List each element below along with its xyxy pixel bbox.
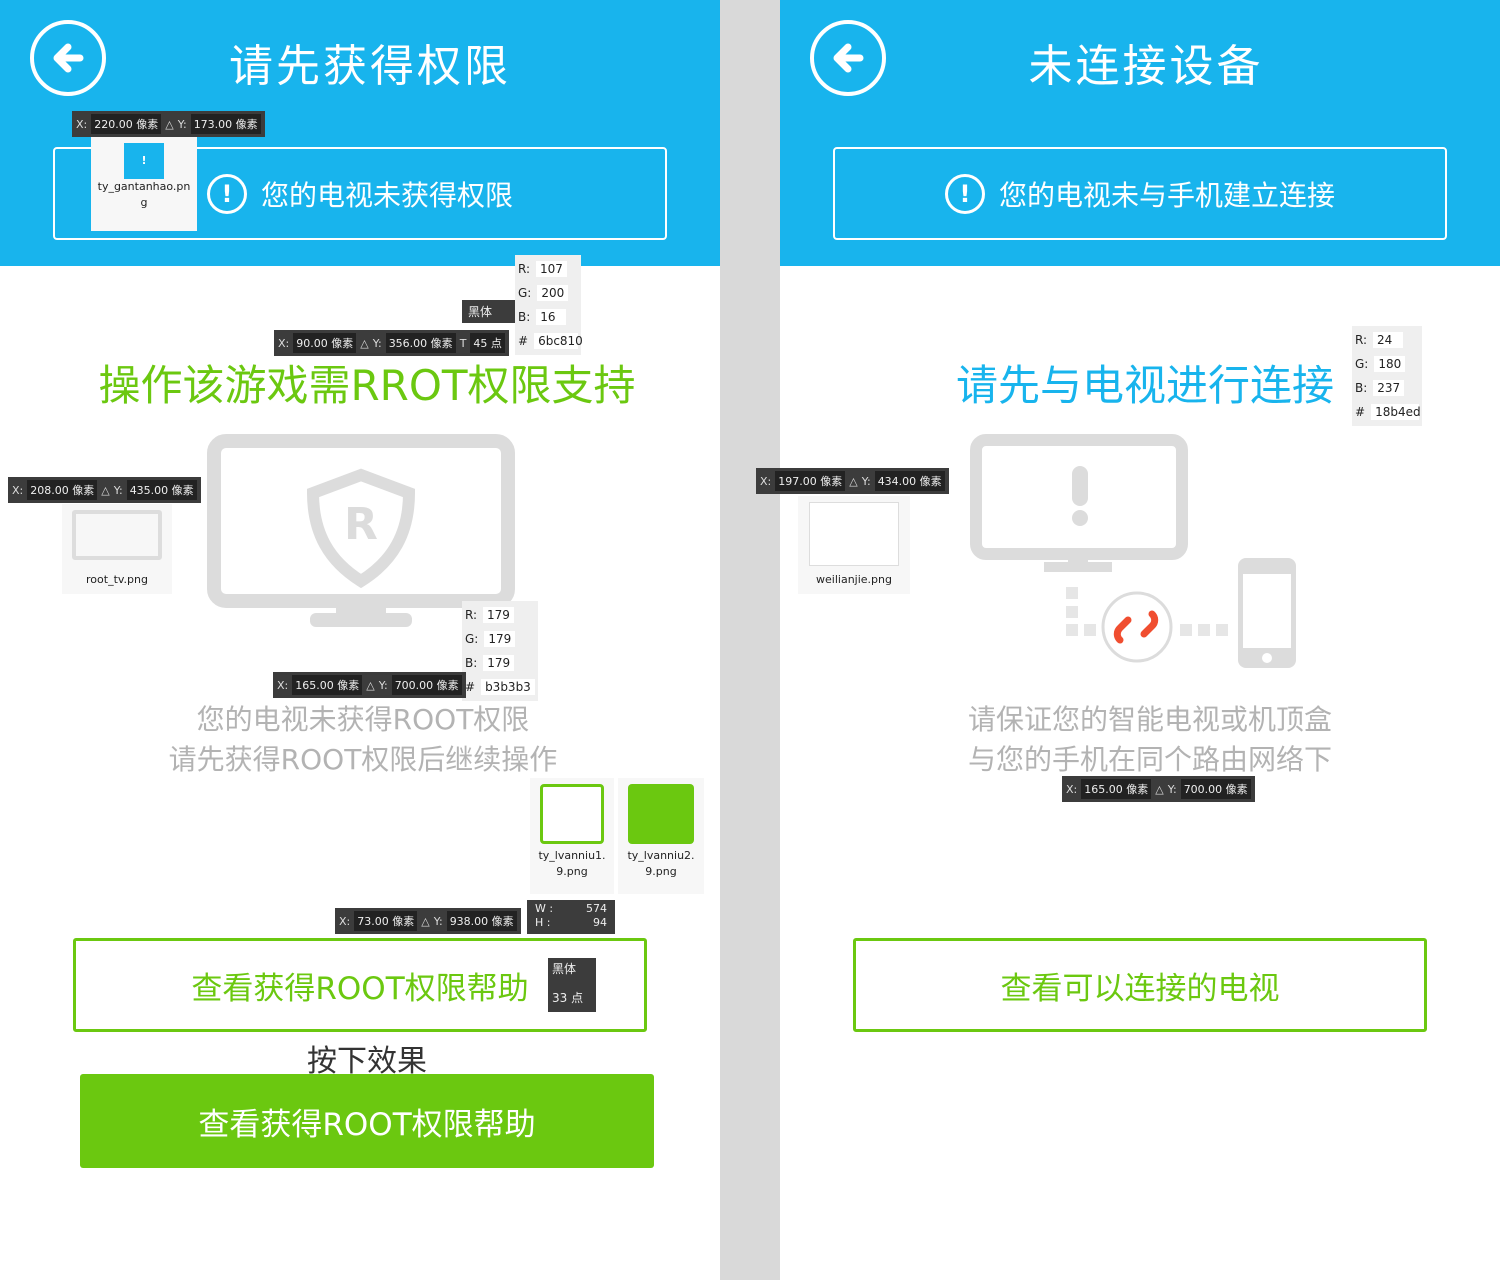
button-9patch-icon — [540, 784, 604, 844]
page-title: 请先获得权限 — [229, 41, 511, 92]
color-annotation: R: 179 G: 179 B: 179 # b3b3b3 — [462, 601, 538, 701]
connectable-tv-button[interactable]: 查看可以连接的电视 — [853, 938, 1427, 1032]
notice-text: 您的电视未与手机建立连接 — [998, 178, 1335, 212]
back-button[interactable] — [810, 20, 886, 96]
file-thumbnail: weilianjie.png — [798, 496, 910, 594]
arrow-left-icon — [53, 43, 84, 73]
exclamation-icon: ! — [944, 173, 985, 214]
coord-annotation: X: 220.00 像素 △ Y: 173.00 像素 — [72, 111, 265, 137]
tv-icon — [72, 510, 162, 560]
root-help-button-pressed[interactable]: 查看获得ROOT权限帮助 — [80, 1074, 654, 1168]
coord-annotation: X: 165.00 像素 △ Y: 700.00 像素 — [1062, 776, 1255, 802]
coord-annotation: X: 165.00 像素 △ Y: 700.00 像素 — [273, 672, 466, 698]
color-annotation: R: 107 G: 200 B: 16 #6bc810 — [515, 255, 583, 355]
desc-line-1: 请保证您的智能电视或机顶盒 — [967, 703, 1332, 736]
headline: 操作该游戏需RROT权限支持 — [98, 361, 636, 410]
svg-text:R: R — [344, 499, 378, 550]
color-annotation: R: 24 G: 180 B: 237 #18b4ed — [1352, 326, 1422, 426]
panel-divider — [720, 0, 780, 1280]
arrow-left-icon — [833, 43, 864, 73]
file-thumbnail: root_tv.png — [62, 504, 172, 594]
coord-annotation: X: 197.00 像素 △ Y: 434.00 像素 — [756, 468, 949, 494]
back-button[interactable] — [30, 20, 106, 96]
file-thumbnail: ty_lvanniu2.9.png — [618, 778, 704, 894]
disconnected-icon — [970, 434, 1296, 668]
font-name-annotation: 黑体 — [462, 300, 516, 323]
notice-text: 您的电视未获得权限 — [260, 178, 513, 212]
desc-line-2: 与您的手机在同个路由网络下 — [967, 743, 1332, 776]
root-tv-icon: R — [207, 434, 515, 627]
file-thumbnail: ty_lvanniu1.9.png — [530, 778, 614, 894]
size-annotation: W :574 H :94 — [527, 900, 615, 934]
disconnected-thumbnail-icon — [809, 502, 899, 566]
desc-line-1: 您的电视未获得ROOT权限 — [196, 703, 530, 736]
coord-annotation: X: 208.00 像素 △ Y: 435.00 像素 — [8, 477, 201, 503]
headline: 请先与电视进行连接 — [955, 361, 1334, 410]
file-thumbnail: ! ty_gantanhao.png — [91, 137, 197, 231]
font-annotation: 黑体 33 点 — [548, 958, 596, 1012]
button-9patch-icon — [628, 784, 694, 844]
desc-line-2: 请先获得ROOT权限后继续操作 — [168, 743, 558, 776]
exclamation-icon: ! — [206, 173, 247, 214]
exclamation-icon: ! — [124, 143, 164, 179]
coord-annotation: X: 73.00 像素 △ Y: 938.00 像素 — [335, 908, 521, 934]
coord-annotation: X: 90.00 像素 △ Y: 356.00 像素 T 45 点 — [274, 330, 509, 356]
page-title: 未连接设备 — [1028, 41, 1264, 92]
connection-notice: ! 您的电视未与手机建立连接 — [833, 147, 1447, 240]
